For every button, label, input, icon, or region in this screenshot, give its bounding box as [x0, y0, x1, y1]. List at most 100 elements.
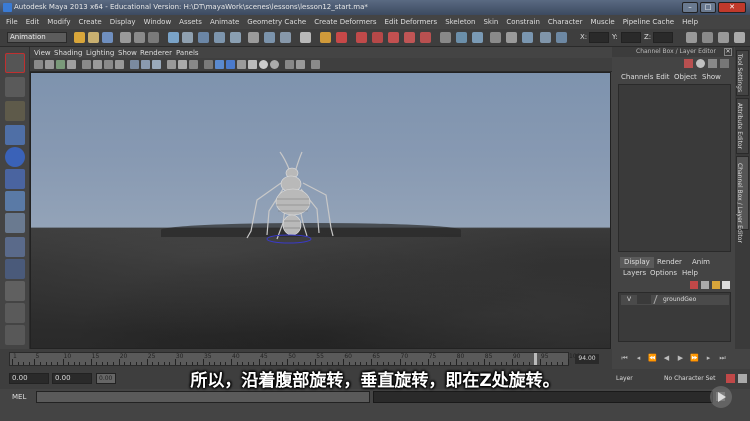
sidebar-icon-a[interactable]	[686, 32, 697, 43]
menu-create[interactable]: Create	[78, 18, 101, 26]
channel-menu-show[interactable]: Show	[702, 73, 721, 81]
textured-icon[interactable]	[226, 60, 235, 69]
render-frame-icon[interactable]	[320, 32, 331, 43]
tab-tool-settings[interactable]: Tool Settings	[736, 50, 749, 96]
history-icon[interactable]	[248, 32, 259, 43]
ipr-render-icon[interactable]	[336, 32, 347, 43]
layer-menu-options[interactable]: Options	[650, 269, 677, 277]
channel-box-body[interactable]	[618, 84, 731, 252]
open-scene-icon[interactable]	[88, 32, 99, 43]
channel-box-toggle-icon[interactable]	[540, 32, 551, 43]
smooth-shade-icon[interactable]	[178, 60, 187, 69]
menu-pipeline-cache[interactable]: Pipeline Cache	[623, 18, 674, 26]
menu-constrain[interactable]: Constrain	[506, 18, 540, 26]
safe-action-icon[interactable]	[141, 60, 150, 69]
xray-icon[interactable]	[204, 60, 213, 69]
rotate-tool-icon[interactable]	[5, 147, 25, 167]
sidebar-icon-d[interactable]	[734, 32, 745, 43]
current-frame-field[interactable]: 94.00	[575, 354, 599, 364]
step-forward-key-icon[interactable]: ⏩	[690, 354, 699, 363]
lasso-tool-icon[interactable]	[5, 77, 25, 97]
shadows-icon[interactable]	[248, 60, 257, 69]
render-globals-icon[interactable]	[404, 32, 415, 43]
maximize-button[interactable]: □	[700, 2, 716, 13]
batch-render-icon[interactable]	[420, 32, 431, 43]
time-slider-playhead[interactable]	[534, 353, 538, 365]
construction-history-icon[interactable]	[300, 32, 311, 43]
snap-curve-icon[interactable]	[182, 32, 193, 43]
select-tool-icon[interactable]	[5, 53, 25, 73]
tool-settings-toggle-icon[interactable]	[522, 32, 533, 43]
camera-attributes-icon[interactable]	[45, 60, 54, 69]
mel-label[interactable]: MEL	[12, 393, 26, 401]
render-view-icon[interactable]	[388, 32, 399, 43]
hq-render-icon[interactable]	[270, 60, 279, 69]
field-chart-icon[interactable]	[130, 60, 139, 69]
sidebar-icon-c[interactable]	[718, 32, 729, 43]
layer-options-icon[interactable]	[722, 281, 730, 289]
new-scene-icon[interactable]	[74, 32, 85, 43]
input-ops-icon[interactable]	[264, 32, 275, 43]
snap-view-plane-icon[interactable]	[214, 32, 225, 43]
select-component-icon[interactable]	[148, 32, 159, 43]
soft-mod-tool-icon[interactable]	[5, 213, 25, 233]
layout-four-icon[interactable]	[5, 303, 25, 323]
wireframe-on-shaded-icon[interactable]	[189, 60, 198, 69]
isolate-select-icon[interactable]	[285, 60, 294, 69]
perspective-viewport[interactable]	[30, 72, 611, 349]
play-back-icon[interactable]: ◀	[662, 354, 671, 363]
menu-edit[interactable]: Edit	[26, 18, 40, 26]
save-scene-icon[interactable]	[102, 32, 113, 43]
sidebar-toggle-icon[interactable]	[506, 32, 517, 43]
bookmark-icon[interactable]	[56, 60, 65, 69]
xray-joints-icon[interactable]	[296, 60, 305, 69]
y-field[interactable]	[621, 32, 641, 43]
safe-title-icon[interactable]	[152, 60, 161, 69]
close-button[interactable]: ✕	[718, 2, 746, 13]
channel-settings-icon[interactable]	[720, 59, 729, 68]
menu-skin[interactable]: Skin	[483, 18, 498, 26]
output-ops-icon[interactable]	[280, 32, 291, 43]
step-back-key-icon[interactable]: ⏪	[648, 354, 657, 363]
menu-geometry-cache[interactable]: Geometry Cache	[247, 18, 306, 26]
panel-menu-renderer[interactable]: Renderer	[140, 49, 172, 57]
layer-tab-render[interactable]: Render	[653, 257, 686, 268]
layer-row[interactable]: V groundGeo	[621, 295, 729, 305]
hud-icon[interactable]	[311, 60, 320, 69]
panel-menu-show[interactable]: Show	[118, 49, 137, 57]
x-field[interactable]	[589, 32, 609, 43]
layer-tab-display[interactable]: Display	[620, 257, 654, 268]
menu-create-deformers[interactable]: Create Deformers	[314, 18, 376, 26]
layer-from-selected-icon[interactable]	[701, 281, 709, 289]
layer-menu-help[interactable]: Help	[682, 269, 698, 277]
menu-character[interactable]: Character	[548, 18, 583, 26]
menu-assets[interactable]: Assets	[179, 18, 202, 26]
new-layer-icon[interactable]	[690, 281, 698, 289]
step-forward-icon[interactable]: ▸	[704, 354, 713, 363]
menu-file[interactable]: File	[6, 18, 18, 26]
panel-menu-panels[interactable]: Panels	[176, 49, 199, 57]
grid-toggle-icon[interactable]	[82, 60, 91, 69]
channel-menu-object[interactable]: Object	[674, 73, 697, 81]
menu-display[interactable]: Display	[110, 18, 136, 26]
snap-grid-icon[interactable]	[168, 32, 179, 43]
time-slider[interactable]: 1510152025303540455055606570758085909510…	[9, 352, 580, 366]
lights-icon[interactable]	[259, 60, 268, 69]
tab-attribute-editor[interactable]: Attribute Editor	[736, 98, 749, 154]
layout-single-icon[interactable]	[5, 281, 25, 301]
paint-select-tool-icon[interactable]	[5, 101, 25, 121]
render-settings-icon[interactable]	[356, 32, 367, 43]
z-field[interactable]	[653, 32, 673, 43]
channel-sphere-icon[interactable]	[696, 59, 705, 68]
use-default-material-icon[interactable]	[215, 60, 224, 69]
channel-menu-edit[interactable]: Edit	[656, 73, 670, 81]
menu-help[interactable]: Help	[682, 18, 698, 26]
channel-key-icon[interactable]	[684, 59, 693, 68]
move-tool-icon[interactable]	[5, 125, 25, 145]
layer-visibility-toggle[interactable]: V	[627, 296, 631, 303]
sidebar-icon-b[interactable]	[702, 32, 713, 43]
gate-mask-icon[interactable]	[115, 60, 124, 69]
layer-tab-anim[interactable]: Anim	[688, 257, 714, 268]
toggle-outliner-icon[interactable]	[456, 32, 467, 43]
minimize-button[interactable]: –	[682, 2, 698, 13]
